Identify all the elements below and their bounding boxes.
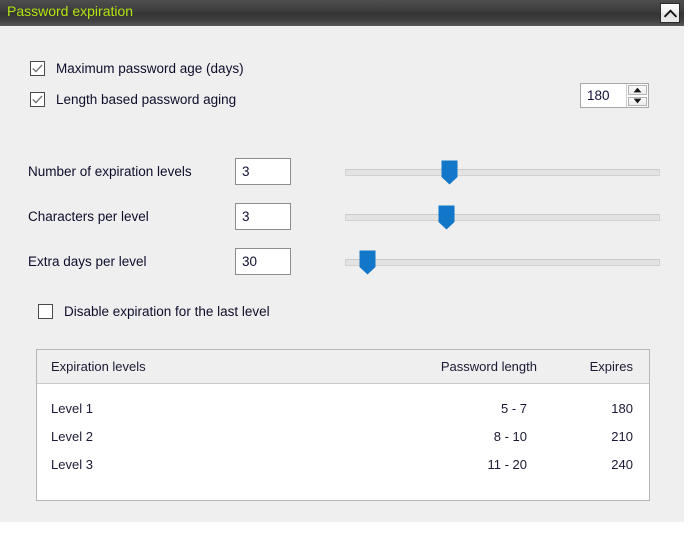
collapse-panel-button[interactable] <box>660 3 680 23</box>
slider-track-number-of-expiration-levels[interactable] <box>345 169 660 176</box>
panel-content: Maximum password age (days) 180 Length b… <box>0 26 684 522</box>
checkbox-disable-expiration-last-level[interactable] <box>38 303 53 319</box>
table-row[interactable]: Level 3 11 - 20 240 <box>37 451 649 479</box>
slider-thumb-icon <box>438 205 455 230</box>
table-row[interactable]: Level 2 8 - 10 210 <box>37 423 649 451</box>
label-extra-days-per-level: Extra days per level <box>28 254 147 269</box>
cell-expires: 240 <box>611 457 633 472</box>
checkmark-icon <box>32 94 43 104</box>
cell-password-length: 8 - 10 <box>493 429 527 444</box>
table-row[interactable]: Level 1 5 - 7 180 <box>37 395 649 423</box>
label-characters-per-level: Characters per level <box>28 209 149 224</box>
cell-password-length: 11 - 20 <box>487 457 527 472</box>
maximum-password-age-value[interactable]: 180 <box>581 84 626 107</box>
table-header-expires: Expires <box>589 359 633 374</box>
cell-level: Level 1 <box>51 401 93 416</box>
slider-thumb-icon <box>359 250 376 275</box>
field-extra-days-per-level[interactable]: 30 <box>235 248 291 275</box>
slider-thumb-icon <box>441 160 458 185</box>
table-header-expiration-levels: Expiration levels <box>51 359 146 374</box>
checkbox-maximum-password-age[interactable] <box>30 60 45 76</box>
password-expiration-panel: Password expiration Maximum password age… <box>0 0 684 522</box>
maximum-password-age-spinner[interactable]: 180 <box>580 83 649 108</box>
checkbox-row-maximum-password-age[interactable]: Maximum password age (days) <box>30 59 244 77</box>
checkbox-row-length-based-password-aging[interactable]: Length based password aging <box>30 90 236 108</box>
expiration-levels-table: Expiration levels Password length Expire… <box>36 349 650 501</box>
panel-titlebar: Password expiration <box>0 0 684 26</box>
spinner-buttons <box>626 84 648 107</box>
cell-expires: 180 <box>611 401 633 416</box>
table-header-password-length: Password length <box>440 359 537 374</box>
table-header-row: Expiration levels Password length Expire… <box>37 350 649 384</box>
triangle-down-icon <box>633 98 642 104</box>
cell-password-length: 5 - 7 <box>500 401 527 416</box>
checkbox-row-disable-expiration-last-level[interactable]: Disable expiration for the last level <box>38 302 270 320</box>
cell-level: Level 2 <box>51 429 93 444</box>
slider-handle-number-of-expiration-levels[interactable] <box>441 160 458 185</box>
slider-row-characters-per-level: Characters per level 3 <box>0 203 684 233</box>
spinner-decrement-button[interactable] <box>628 96 647 106</box>
checkbox-label-length-based-password-aging: Length based password aging <box>56 91 237 107</box>
slider-track-characters-per-level[interactable] <box>345 214 660 221</box>
chevron-up-icon <box>663 8 677 18</box>
slider-track-extra-days-per-level[interactable] <box>345 259 660 266</box>
cell-level: Level 3 <box>51 457 93 472</box>
panel-title: Password expiration <box>7 3 134 19</box>
triangle-up-icon <box>633 87 642 93</box>
slider-handle-characters-per-level[interactable] <box>438 205 455 230</box>
label-number-of-expiration-levels: Number of expiration levels <box>28 164 192 179</box>
checkmark-icon <box>32 63 43 73</box>
field-number-of-expiration-levels[interactable]: 3 <box>235 158 291 185</box>
slider-handle-extra-days-per-level[interactable] <box>359 250 376 275</box>
slider-row-number-of-expiration-levels: Number of expiration levels 3 <box>0 158 684 188</box>
slider-row-extra-days-per-level: Extra days per level 30 <box>0 248 684 278</box>
field-characters-per-level[interactable]: 3 <box>235 203 291 230</box>
table-body: Level 1 5 - 7 180 Level 2 8 - 10 210 Lev… <box>37 384 649 479</box>
checkbox-label-disable-expiration-last-level: Disable expiration for the last level <box>64 303 270 319</box>
spinner-increment-button[interactable] <box>628 85 647 95</box>
cell-expires: 210 <box>611 429 633 444</box>
checkbox-length-based-password-aging[interactable] <box>30 91 45 107</box>
checkbox-label-maximum-password-age: Maximum password age (days) <box>56 60 244 76</box>
